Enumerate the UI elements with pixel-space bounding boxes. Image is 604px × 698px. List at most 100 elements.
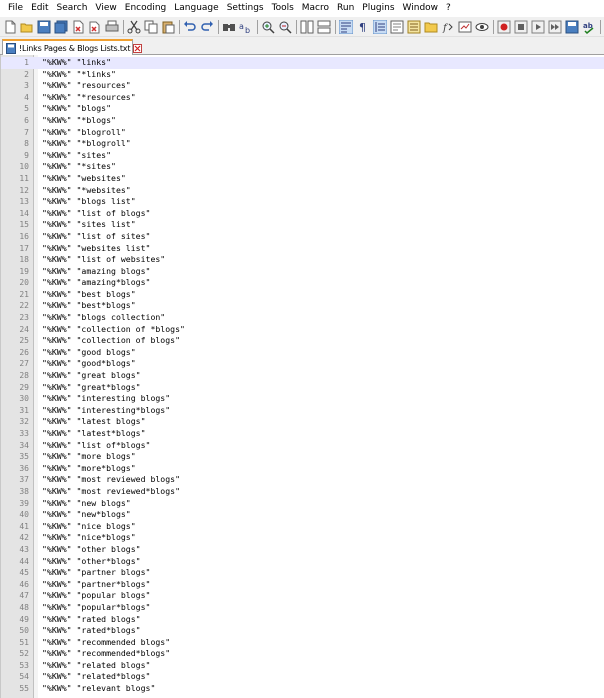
editor-line[interactable]: 55 "%KW%" "relevant blogs"	[1, 683, 604, 695]
line-text[interactable]: "%KW%" "other*blogs"	[42, 556, 141, 568]
menu-settings[interactable]: Settings	[223, 0, 268, 17]
editor-line[interactable]: 51 "%KW%" "recommended blogs"	[1, 637, 604, 649]
editor-line[interactable]: 12 "%KW%" "*websites"	[1, 185, 604, 197]
sync-horizontal-icon[interactable]	[316, 19, 332, 35]
editor-line[interactable]: 9 "%KW%" "sites"	[1, 150, 604, 162]
editor-line[interactable]: 26 "%KW%" "good blogs"	[1, 347, 604, 359]
editor-line[interactable]: 23 "%KW%" "blogs collection"	[1, 312, 604, 324]
menu-view[interactable]: View	[91, 0, 120, 17]
line-text[interactable]: "%KW%" "related*blogs"	[42, 671, 150, 683]
stop-recording-icon[interactable]	[513, 19, 529, 35]
editor-line[interactable]: 54 "%KW%" "related*blogs"	[1, 671, 604, 683]
line-text[interactable]: "%KW%" "partner blogs"	[42, 567, 150, 579]
line-text[interactable]: "%KW%" "related blogs"	[42, 660, 150, 672]
line-text[interactable]: "%KW%" "recommended*blogs"	[42, 648, 170, 660]
show-all-characters-icon[interactable]: ¶	[355, 19, 371, 35]
save-all-icon[interactable]	[53, 19, 69, 35]
function-list-icon[interactable]	[406, 19, 422, 35]
editor-line[interactable]: 52 "%KW%" "recommended*blogs"	[1, 648, 604, 660]
document-map-icon[interactable]	[389, 19, 405, 35]
editor-line[interactable]: 53 "%KW%" "related blogs"	[1, 660, 604, 672]
line-text[interactable]: "%KW%" "good blogs"	[42, 347, 136, 359]
line-text[interactable]: "%KW%" "other blogs"	[42, 544, 141, 556]
line-text[interactable]: "%KW%" "great*blogs"	[42, 382, 141, 394]
line-text[interactable]: "%KW%" "most reviewed*blogs"	[42, 486, 180, 498]
line-text[interactable]: "%KW%" "websites"	[42, 173, 126, 185]
language-icon[interactable]: f	[440, 19, 456, 35]
copy-icon[interactable]	[143, 19, 159, 35]
editor-line[interactable]: 25 "%KW%" "collection of blogs"	[1, 335, 604, 347]
line-text[interactable]: "%KW%" "interesting*blogs"	[42, 405, 170, 417]
record-macro-icon[interactable]	[496, 19, 512, 35]
line-text[interactable]: "%KW%" "collection of blogs"	[42, 335, 180, 347]
editor-line[interactable]: 11 "%KW%" "websites"	[1, 173, 604, 185]
line-text[interactable]: "%KW%" "list of*blogs"	[42, 440, 150, 452]
line-text[interactable]: "%KW%" "great blogs"	[42, 370, 141, 382]
editor-line[interactable]: 31 "%KW%" "interesting*blogs"	[1, 405, 604, 417]
editor-line[interactable]: 34 "%KW%" "list of*blogs"	[1, 440, 604, 452]
line-text[interactable]: "%KW%" "blogroll"	[42, 127, 126, 139]
line-text[interactable]: "%KW%" "best*blogs"	[42, 300, 136, 312]
menu-edit[interactable]: Edit	[27, 0, 52, 17]
editor-line[interactable]: 10 "%KW%" "*sites"	[1, 161, 604, 173]
menu-search[interactable]: Search	[53, 0, 92, 17]
line-text[interactable]: "%KW%" "amazing*blogs"	[42, 277, 150, 289]
paste-icon[interactable]	[160, 19, 176, 35]
undo-icon[interactable]	[182, 19, 198, 35]
find-icon[interactable]	[221, 19, 237, 35]
editor-line[interactable]: 36 "%KW%" "more*blogs"	[1, 463, 604, 475]
tab-links-pages-blogs-lists[interactable]: !Links Pages & Blogs Lists.txt	[2, 39, 143, 55]
menu-file[interactable]: File	[4, 0, 27, 17]
line-text[interactable]: "%KW%" "nice*blogs"	[42, 532, 136, 544]
editor-line[interactable]: 39 "%KW%" "new blogs"	[1, 498, 604, 510]
spell-check-icon[interactable]: ab	[581, 19, 597, 35]
line-text[interactable]: "%KW%" "most reviewed blogs"	[42, 474, 180, 486]
editor-line[interactable]: 29 "%KW%" "great*blogs"	[1, 382, 604, 394]
line-text[interactable]: "%KW%" "partner*blogs"	[42, 579, 150, 591]
menu-run[interactable]: Run	[333, 0, 358, 17]
editor-line[interactable]: 35 "%KW%" "more blogs"	[1, 451, 604, 463]
line-text[interactable]: "%KW%" "sites"	[42, 150, 111, 162]
line-text[interactable]: "%KW%" "more*blogs"	[42, 463, 136, 475]
editor-line[interactable]: 16 "%KW%" "list of sites"	[1, 231, 604, 243]
open-file-icon[interactable]	[19, 19, 35, 35]
close-all-icon[interactable]	[87, 19, 103, 35]
line-text[interactable]: "%KW%" "amazing blogs"	[42, 266, 150, 278]
line-text[interactable]: "%KW%" "rated blogs"	[42, 614, 141, 626]
editor-line[interactable]: 5 "%KW%" "blogs"	[1, 103, 604, 115]
indent-guide-icon[interactable]	[372, 19, 388, 35]
editor-line[interactable]: 21 "%KW%" "best blogs"	[1, 289, 604, 301]
folder-workspace-icon[interactable]	[423, 19, 439, 35]
editor-line[interactable]: 19 "%KW%" "amazing blogs"	[1, 266, 604, 278]
editor-line[interactable]: 37 "%KW%" "most reviewed blogs"	[1, 474, 604, 486]
line-text[interactable]: "%KW%" "new*blogs"	[42, 509, 131, 521]
editor-line[interactable]: 17 "%KW%" "websites list"	[1, 243, 604, 255]
line-text[interactable]: "%KW%" "recommended blogs"	[42, 637, 170, 649]
editor-line[interactable]: 18 "%KW%" "list of websites"	[1, 254, 604, 266]
line-text[interactable]: "%KW%" "interesting blogs"	[42, 393, 170, 405]
line-text[interactable]: "%KW%" "rated*blogs"	[42, 625, 141, 637]
editor-line[interactable]: 2 "%KW%" "*links"	[1, 69, 604, 81]
editor-line[interactable]: 41 "%KW%" "nice blogs"	[1, 521, 604, 533]
editor-line[interactable]: 45 "%KW%" "partner blogs"	[1, 567, 604, 579]
line-text[interactable]: "%KW%" "*websites"	[42, 185, 131, 197]
line-text[interactable]: "%KW%" "latest*blogs"	[42, 428, 146, 440]
line-text[interactable]: "%KW%" "popular*blogs"	[42, 602, 150, 614]
line-text[interactable]: "%KW%" "blogs"	[42, 103, 111, 115]
editor-line[interactable]: 24 "%KW%" "collection of *blogs"	[1, 324, 604, 336]
line-text[interactable]: "%KW%" "*resources"	[42, 92, 136, 104]
close-file-icon[interactable]	[70, 19, 86, 35]
menu-macro[interactable]: Macro	[298, 0, 333, 17]
line-text[interactable]: "%KW%" "nice blogs"	[42, 521, 136, 533]
menu-tools[interactable]: Tools	[268, 0, 298, 17]
editor-line[interactable]: 40 "%KW%" "new*blogs"	[1, 509, 604, 521]
editor-line[interactable]: 43 "%KW%" "other blogs"	[1, 544, 604, 556]
line-text[interactable]: "%KW%" "*links"	[42, 69, 116, 81]
editor-line[interactable]: 30 "%KW%" "interesting blogs"	[1, 393, 604, 405]
line-text[interactable]: "%KW%" "*blogroll"	[42, 138, 131, 150]
editor-line[interactable]: 49 "%KW%" "rated blogs"	[1, 614, 604, 626]
editor-line[interactable]: 1 "%KW%" "links"	[1, 57, 604, 69]
replace-icon[interactable]: ab	[238, 19, 254, 35]
editor-line[interactable]: 8 "%KW%" "*blogroll"	[1, 138, 604, 150]
line-text[interactable]: "%KW%" "blogs list"	[42, 196, 136, 208]
